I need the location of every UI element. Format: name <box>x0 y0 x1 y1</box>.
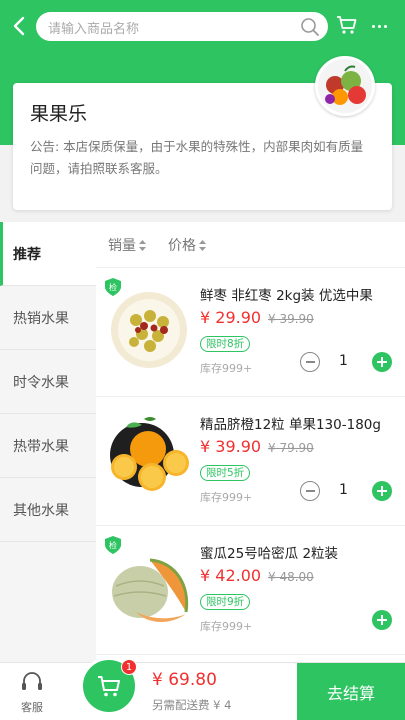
product-stock: 库存999+ <box>200 491 253 504</box>
delivery-fee: 另需配送费 ¥ 4 <box>152 698 232 712</box>
product-original-price: ¥ 39.90 <box>268 312 314 326</box>
product-original-price: ¥ 48.00 <box>268 570 314 584</box>
search-icon[interactable] <box>300 17 320 37</box>
sort-sales-label: 销量 <box>108 237 136 254</box>
bottom-bar: 客服 1 ¥ 69.80 另需配送费 ¥ 4 去结算 <box>0 657 405 720</box>
minus-icon <box>305 490 315 492</box>
cart-count-badge: 1 <box>121 659 137 675</box>
cart-icon <box>337 16 357 34</box>
product-name: 鲜枣 非红枣 2kg装 优选中果 <box>200 288 373 304</box>
cart-icon <box>98 676 120 697</box>
category-sidebar: 推荐 热销水果 时令水果 热带水果 其他水果 <box>0 222 96 662</box>
minus-icon <box>305 361 315 363</box>
search-input[interactable]: 请输入商品名称 <box>36 12 328 41</box>
qty-value: 1 <box>339 482 348 498</box>
product-original-price: ¥ 79.90 <box>268 441 314 455</box>
search-placeholder: 请输入商品名称 <box>48 22 140 37</box>
shop-name: 果果乐 <box>30 103 88 125</box>
shop-notice: 公告: 本店保质保量，由于水果的特殊性，内部果肉如有质量问题，请拍照联系客服。 <box>30 139 364 176</box>
sidebar-item-seasonal[interactable]: 时令水果 <box>0 350 96 414</box>
sort-arrows-icon <box>199 240 206 251</box>
product-price: ¥ 42.00 <box>200 566 262 585</box>
discount-tag: 限时9折 <box>200 594 251 610</box>
product-image-jujube <box>111 292 187 368</box>
product-image-orange <box>110 417 189 491</box>
product-stock: 库存999+ <box>200 362 253 375</box>
qty-minus-button[interactable] <box>300 481 320 501</box>
headset-icon <box>22 672 42 690</box>
qty-plus-button[interactable] <box>372 352 392 372</box>
cart-total: ¥ 69.80 <box>152 670 217 690</box>
more-button[interactable] <box>368 12 390 40</box>
sort-sales-button[interactable]: 销量 <box>108 235 146 255</box>
discount-tag: 限时8折 <box>200 336 251 352</box>
service-label: 客服 <box>21 701 43 714</box>
customer-service-button[interactable]: 客服 <box>12 671 52 715</box>
product-stock: 库存999+ <box>200 620 253 633</box>
sort-arrows-icon <box>139 240 146 251</box>
back-button[interactable] <box>8 12 30 40</box>
sidebar-item-hot[interactable]: 热销水果 <box>0 286 96 350</box>
sidebar-item-tropical[interactable]: 热带水果 <box>0 414 96 478</box>
qty-minus-button[interactable] <box>300 352 320 372</box>
product-list: 销量 价格 检 鲜枣 非红枣 2kg装 优选中果 ¥ 29.90 ¥ 39.90… <box>96 222 405 662</box>
chevron-left-icon <box>13 16 25 36</box>
product-name: 蜜瓜25号哈密瓜 2粒装 <box>200 546 339 562</box>
more-icon <box>371 24 375 28</box>
product-item[interactable]: 精品脐橙12粒 单果130-180g ¥ 39.90 ¥ 79.90 限时5折 … <box>96 397 405 526</box>
sort-bar: 销量 价格 <box>96 222 405 268</box>
sort-price-button[interactable]: 价格 <box>168 235 206 255</box>
product-name: 精品脐橙12粒 单果130-180g <box>200 417 381 433</box>
product-price: ¥ 29.90 <box>200 308 262 327</box>
sort-price-label: 价格 <box>168 237 196 254</box>
product-image-melon <box>112 558 189 622</box>
product-item[interactable]: 检 蜜瓜25号哈密瓜 2粒装 ¥ 42.00 ¥ 48.00 限时9折 库存99… <box>96 526 405 655</box>
qty-plus-button[interactable] <box>372 481 392 501</box>
qty-value: 1 <box>339 353 348 369</box>
product-item[interactable]: 检 鲜枣 非红枣 2kg装 优选中果 ¥ 29.90 ¥ 39.90 限时8折 … <box>96 268 405 397</box>
sidebar-item-recommend[interactable]: 推荐 <box>0 222 96 286</box>
qty-plus-button[interactable] <box>372 610 392 630</box>
sidebar-item-other[interactable]: 其他水果 <box>0 478 96 542</box>
cart-button[interactable] <box>336 14 358 40</box>
discount-tag: 限时5折 <box>200 465 251 481</box>
shop-logo <box>315 56 375 116</box>
product-price: ¥ 39.90 <box>200 437 262 456</box>
checkout-button[interactable]: 去结算 <box>297 663 405 720</box>
